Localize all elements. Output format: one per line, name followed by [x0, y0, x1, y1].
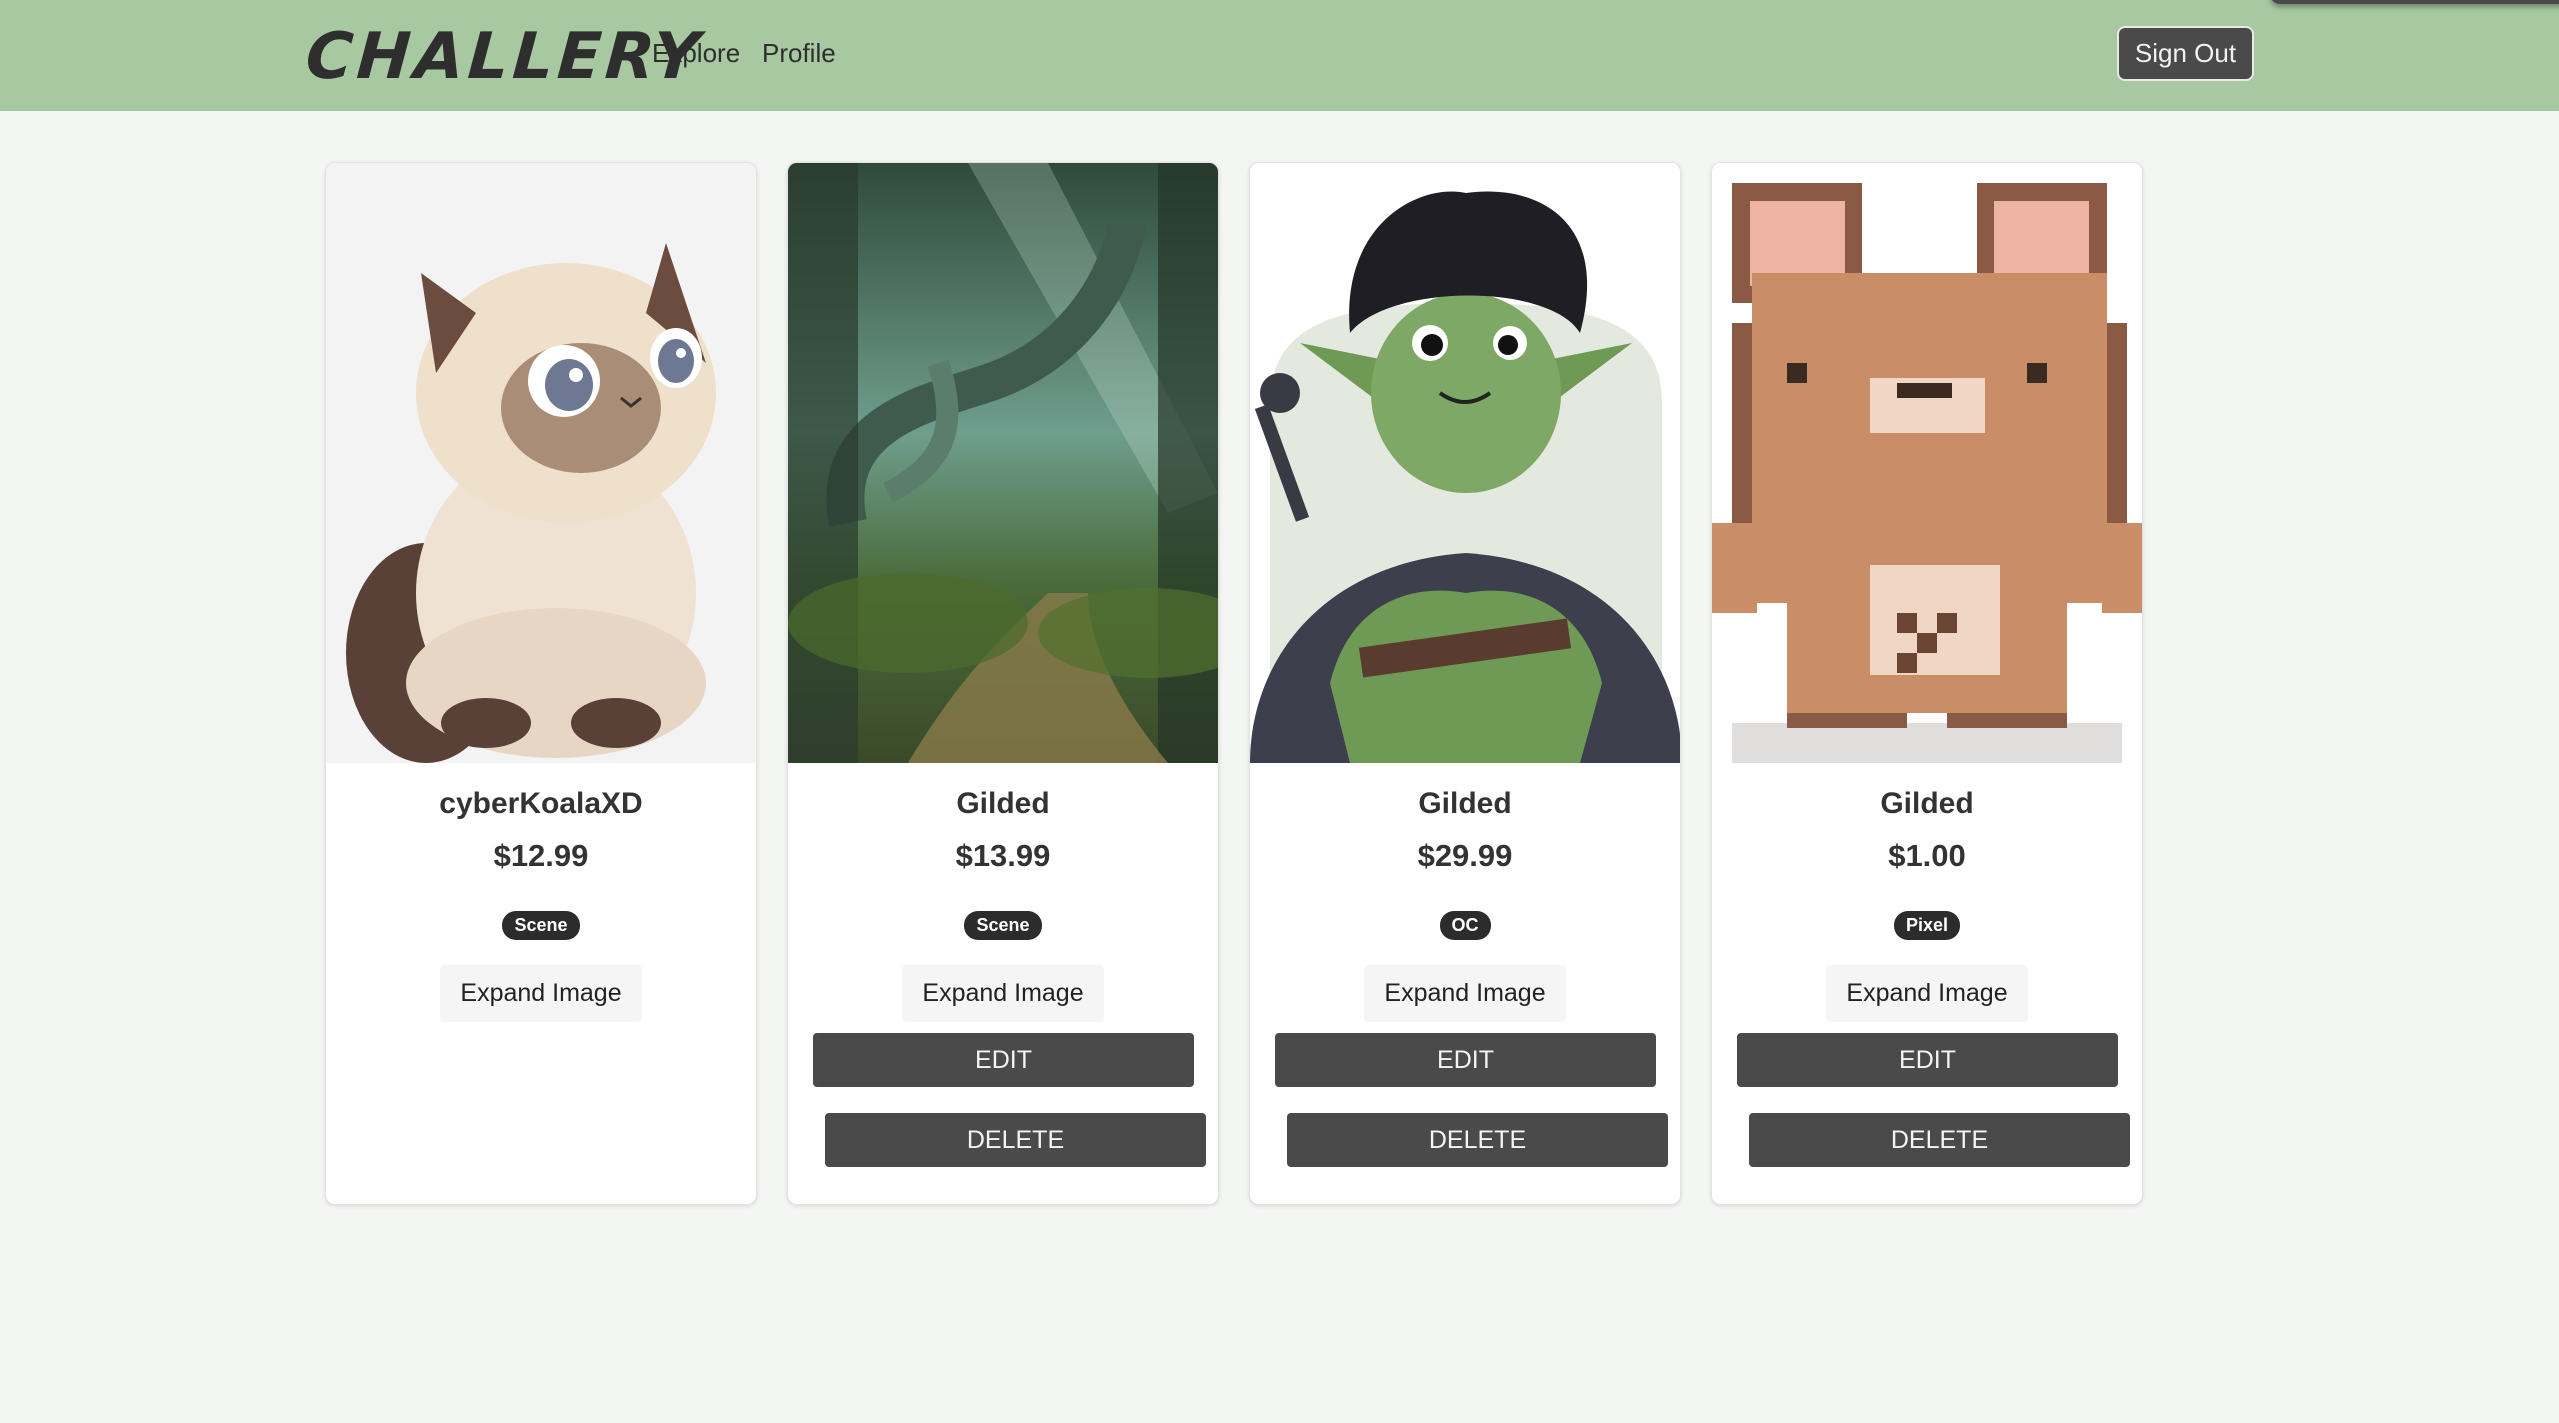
expand-image-button[interactable]: Expand Image: [902, 965, 1104, 1022]
card-title: cyberKoalaXD: [439, 787, 643, 820]
cat-illustration: [326, 163, 756, 763]
delete-button[interactable]: DELETE: [825, 1113, 1206, 1167]
card-title: Gilded: [1880, 787, 1974, 820]
expand-image-button[interactable]: Expand Image: [1826, 965, 2028, 1022]
category-badge: Scene: [502, 911, 580, 940]
brand-logo[interactable]: CHALLERY: [303, 20, 705, 94]
goblin-illustration: [1250, 163, 1680, 763]
category-badge: Scene: [964, 911, 1042, 940]
artwork-image: [1712, 163, 2142, 763]
card-price: $13.99: [955, 838, 1051, 873]
overlay-edge: [2270, 0, 2559, 4]
expand-image-button[interactable]: Expand Image: [1364, 965, 1566, 1022]
expand-image-button[interactable]: Expand Image: [440, 965, 642, 1022]
pixel-bear-illustration: [1712, 163, 2142, 763]
card-price: $29.99: [1417, 838, 1513, 873]
top-navbar: CHALLERY Explore Profile Sign Out: [0, 0, 2559, 111]
sign-out-button[interactable]: Sign Out: [2117, 26, 2254, 81]
art-card: Gilded $13.99 Scene Expand Image EDIT DE…: [787, 162, 1219, 1205]
edit-button[interactable]: EDIT: [1275, 1033, 1656, 1087]
art-card: Gilded $29.99 OC Expand Image EDIT DELET…: [1249, 162, 1681, 1205]
art-card: cyberKoalaXD $12.99 Scene Expand Image: [325, 162, 757, 1205]
delete-button[interactable]: DELETE: [1287, 1113, 1668, 1167]
nav-profile-link[interactable]: Profile: [762, 38, 836, 69]
artwork-image: [788, 163, 1218, 763]
edit-button[interactable]: EDIT: [1737, 1033, 2118, 1087]
forest-illustration: [788, 163, 1218, 763]
edit-button[interactable]: EDIT: [813, 1033, 1194, 1087]
card-title: Gilded: [1418, 787, 1512, 820]
card-price: $12.99: [493, 838, 589, 873]
delete-button[interactable]: DELETE: [1749, 1113, 2130, 1167]
category-badge: OC: [1439, 911, 1491, 940]
artwork-image: [326, 163, 756, 763]
artwork-image: [1250, 163, 1680, 763]
art-card: Gilded $1.00 Pixel Expand Image EDIT DEL…: [1711, 162, 2143, 1205]
nav-explore-link[interactable]: Explore: [652, 38, 740, 69]
card-title: Gilded: [956, 787, 1050, 820]
card-price: $1.00: [1888, 838, 1966, 873]
category-badge: Pixel: [1893, 911, 1961, 940]
